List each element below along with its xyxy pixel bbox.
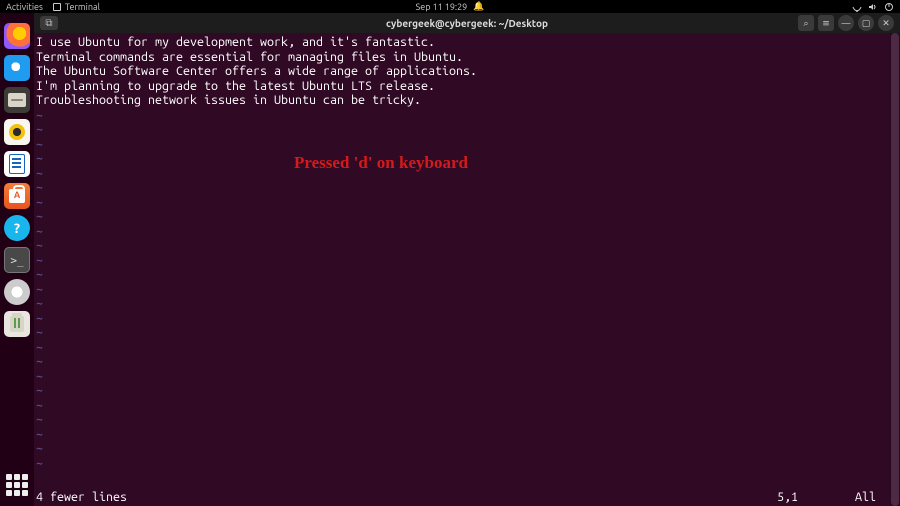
search-button[interactable]: ⌕ xyxy=(798,15,814,31)
gnome-top-panel: Activities Terminal Sep 11 19:29 🔔 xyxy=(0,0,900,13)
new-tab-button[interactable]: ⧉ xyxy=(40,16,58,30)
vim-status-line: 4 fewer lines 5,1 All xyxy=(36,489,888,505)
restore-icon: ▢ xyxy=(862,18,871,29)
firefox-icon[interactable] xyxy=(4,23,30,49)
vim-scroll-indicator: All xyxy=(855,490,876,505)
window-titlebar: ⧉ cybergeek@cybergeek: ~/Desktop ⌕ ≡ — ▢… xyxy=(34,13,900,33)
overlay-annotation: Pressed 'd' on keyboard xyxy=(294,156,468,171)
ubuntu-software-icon[interactable] xyxy=(4,183,30,209)
close-icon: ✕ xyxy=(882,18,890,29)
window-title: cybergeek@cybergeek: ~/Desktop xyxy=(386,18,548,29)
vim-cursor-position: 5,1 xyxy=(777,490,798,505)
app-indicator-label: Terminal xyxy=(65,2,100,12)
thunderbird-icon[interactable] xyxy=(4,55,30,81)
power-icon xyxy=(884,2,894,12)
files-icon[interactable] xyxy=(4,87,30,113)
clock[interactable]: Sep 11 19:29 xyxy=(416,2,468,12)
dock: ? >_ xyxy=(0,13,34,506)
trash-icon[interactable] xyxy=(4,311,30,337)
scrollbar[interactable] xyxy=(890,33,900,506)
system-status-area[interactable] xyxy=(852,2,894,12)
libreoffice-writer-icon[interactable] xyxy=(4,151,30,177)
volume-icon xyxy=(868,2,878,12)
disk-icon[interactable] xyxy=(4,279,30,305)
show-applications-button[interactable] xyxy=(6,474,28,496)
vim-buffer[interactable]: I use Ubuntu for my development work, an… xyxy=(36,35,888,486)
search-icon: ⌕ xyxy=(803,18,808,29)
notification-bell-icon[interactable]: 🔔 xyxy=(473,1,484,12)
network-icon xyxy=(852,2,862,12)
terminal-viewport[interactable]: I use Ubuntu for my development work, an… xyxy=(34,33,900,506)
scrollbar-thumb[interactable] xyxy=(891,33,899,506)
activities-button[interactable]: Activities xyxy=(6,2,43,12)
minimize-icon: — xyxy=(842,18,851,28)
minimize-button[interactable]: — xyxy=(838,15,854,31)
hamburger-icon: ≡ xyxy=(822,18,830,29)
new-tab-icon: ⧉ xyxy=(45,17,52,29)
vim-status-message: 4 fewer lines xyxy=(36,490,127,505)
rhythmbox-icon[interactable] xyxy=(4,119,30,145)
restore-button[interactable]: ▢ xyxy=(858,15,874,31)
hamburger-menu-button[interactable]: ≡ xyxy=(818,15,834,31)
terminal-app-icon[interactable]: >_ xyxy=(4,247,30,273)
close-button[interactable]: ✕ xyxy=(878,15,894,31)
app-indicator[interactable]: Terminal xyxy=(53,2,100,12)
help-icon[interactable]: ? xyxy=(4,215,30,241)
terminal-indicator-icon xyxy=(53,3,61,11)
